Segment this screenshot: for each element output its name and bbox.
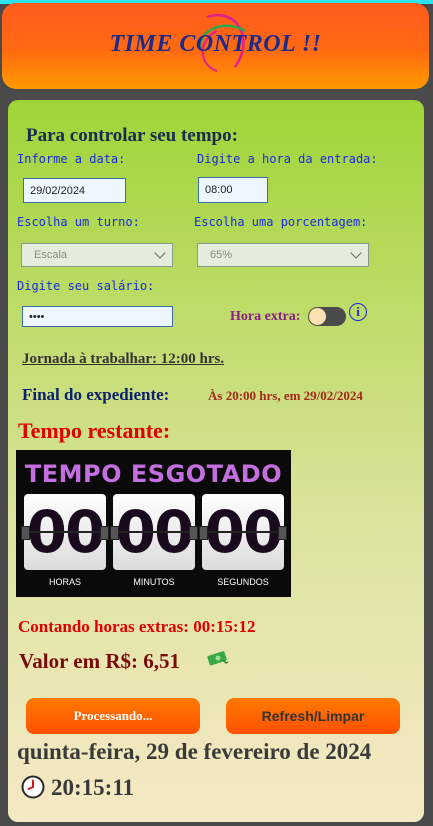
clock-icon <box>21 775 45 799</box>
entry-time-value: 08:00 <box>205 184 233 196</box>
salary-label: Digite seu salário: <box>17 279 155 293</box>
overtime-label: Hora extra: <box>230 309 301 324</box>
countdown-timer: TEMPO ESGOTADO 00 00 00 HORAS MINUTOS SE… <box>16 450 291 597</box>
card-hinge <box>100 526 109 540</box>
app-title: TIME CONTROL !! <box>109 31 322 57</box>
valor-text: Valor em R$: 6,51 <box>19 649 180 673</box>
refresh-button[interactable]: Refresh/Limpar <box>226 698 400 734</box>
date-input-value: 29/02/2024 <box>30 184 86 197</box>
date-input[interactable]: 29/02/2024 <box>23 178 126 203</box>
overtime-counter: Contando horas extras: 00:15:12 <box>18 617 256 636</box>
toggle-knob <box>309 308 326 325</box>
card-split-line <box>202 531 284 533</box>
timer-status-title: TEMPO ESGOTADO <box>24 460 283 488</box>
chevron-down-icon <box>350 247 362 259</box>
seconds-card: 00 <box>199 494 287 570</box>
final-expediente-label: Final do expediente: <box>22 385 170 404</box>
info-icon[interactable]: i <box>349 303 367 321</box>
card-hinge <box>189 526 198 540</box>
tempo-restante-heading: Tempo restante: <box>18 418 171 443</box>
card-hinge <box>278 526 287 540</box>
date-label: Informe a data: <box>17 152 126 166</box>
shift-select[interactable]: Escala <box>21 243 173 267</box>
processing-button[interactable]: Processando... <box>26 698 200 734</box>
percent-select-value: 65% <box>210 249 233 261</box>
shift-select-value: Escala <box>34 249 68 261</box>
minutes-card: 00 <box>110 494 198 570</box>
hours-unit-label: HORAS <box>48 577 81 587</box>
salary-input-value: •••• <box>29 310 45 323</box>
money-icon <box>207 651 229 666</box>
current-time: 20:15:11 <box>51 775 135 800</box>
seconds-unit-label: SEGUNDOS <box>217 577 269 587</box>
card-hinge <box>21 526 30 540</box>
overtime-toggle[interactable] <box>308 307 346 326</box>
header-bar: TIME CONTROL !! <box>2 3 429 89</box>
intro-heading: Para controlar seu tempo: <box>26 125 238 146</box>
final-expediente-value: Às 20:00 hrs, em 29/02/2024 <box>208 388 363 403</box>
minutes-unit-label: MINUTOS <box>133 577 175 587</box>
hours-card: 00 <box>21 494 109 570</box>
card-hinge <box>199 526 208 540</box>
processing-button-label: Processando... <box>73 708 153 723</box>
chevron-down-icon <box>154 247 166 259</box>
card-split-line <box>24 531 106 533</box>
entry-time-input[interactable]: 08:00 <box>198 177 268 203</box>
card-hinge <box>110 526 119 540</box>
shift-label: Escolha um turno: <box>17 215 140 229</box>
card-split-line <box>113 531 195 533</box>
percent-select[interactable]: 65% <box>197 243 369 267</box>
current-date: quinta-feira, 29 de fevereiro de 2024 <box>17 739 372 764</box>
jornada-text: Jornada à trabalhar: 12:00 hrs. <box>22 351 225 367</box>
salary-input[interactable]: •••• <box>22 306 173 327</box>
refresh-button-label: Refresh/Limpar <box>261 708 365 724</box>
percent-label: Escolha uma porcentagem: <box>194 215 368 229</box>
entry-time-label: Digite a hora da entrada: <box>197 152 378 166</box>
